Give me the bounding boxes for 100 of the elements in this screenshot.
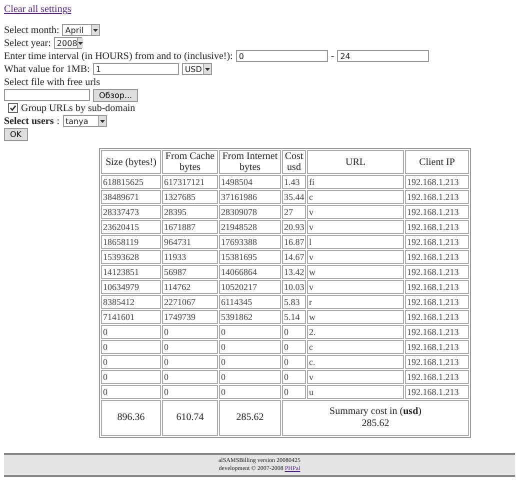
to-hour-field[interactable]: 24: [337, 50, 430, 62]
table-cell: w: [307, 310, 404, 324]
table-cell: c.: [307, 355, 404, 369]
table-cell: 10520217: [219, 280, 281, 294]
table-cell: 192.168.1.213: [405, 265, 469, 279]
table-cell: 192.168.1.213: [405, 310, 469, 324]
month-select[interactable]: April: [62, 24, 100, 36]
table-cell: l: [307, 235, 404, 249]
table-cell: 0: [219, 370, 281, 384]
column-header: From Internet bytes: [219, 150, 281, 174]
year-label: Select year:: [4, 38, 51, 48]
table-cell: 6114345: [219, 295, 281, 309]
table-cell: 2.: [307, 325, 404, 339]
table-cell: fi: [307, 175, 404, 189]
table-cell: 192.168.1.213: [405, 235, 469, 249]
table-cell: 56987: [162, 265, 218, 279]
month-label: Select month:: [4, 24, 60, 36]
value-label: What value for 1MB:: [4, 64, 90, 74]
table-cell: 0: [282, 370, 306, 384]
column-header: Size (bytes!): [101, 150, 161, 174]
table-cell: 14066864: [219, 265, 281, 279]
column-header: URL: [307, 150, 404, 174]
table-cell: 28309078: [219, 205, 281, 219]
interval-separator: -: [330, 50, 334, 62]
table-cell: 23620415: [101, 220, 161, 234]
year-select[interactable]: 2008: [54, 37, 82, 49]
table-cell: v: [307, 220, 404, 234]
table-cell: 0: [219, 340, 281, 354]
table-cell: 617317121: [162, 175, 218, 189]
table-cell: 192.168.1.213: [405, 325, 469, 339]
column-header: Client IP: [405, 150, 469, 174]
table-cell: 38489671: [101, 190, 161, 204]
table-cell: 16.87: [282, 235, 306, 249]
user-select[interactable]: tanya: [62, 115, 106, 127]
table-cell: 114762: [162, 280, 218, 294]
table-cell: 11933: [162, 250, 218, 264]
table-cell: 0: [282, 340, 306, 354]
table-cell: 15393628: [101, 250, 161, 264]
summary-cost-label: Summary cost in (usd): [330, 406, 422, 417]
dropdown-arrow-icon: [204, 68, 210, 70]
from-hour-field[interactable]: 0: [236, 50, 328, 62]
table-cell: 1749739: [162, 310, 218, 324]
column-header: Cost usd: [282, 150, 306, 174]
table-cell: 0: [101, 370, 161, 384]
table-cell: 618815625: [101, 175, 161, 189]
table-cell: 192.168.1.213: [405, 205, 469, 219]
table-cell: v: [307, 205, 404, 219]
table-cell: c: [307, 340, 404, 354]
table-cell: v: [307, 280, 404, 294]
group-checkbox[interactable]: [8, 103, 18, 113]
table-cell: 27: [282, 205, 306, 219]
table-cell: 37161986: [219, 190, 281, 204]
table-cell: 1671887: [162, 220, 218, 234]
table-cell: 20.93: [282, 220, 306, 234]
table-cell: 10634979: [101, 280, 161, 294]
group-label: Group URLs by sub-domain: [21, 102, 136, 114]
table-cell: 5.83: [282, 295, 306, 309]
currency-select[interactable]: USD: [182, 63, 212, 75]
table-cell: 192.168.1.213: [405, 190, 469, 204]
table-cell: 192.168.1.213: [405, 220, 469, 234]
table-cell: 8385412: [101, 295, 161, 309]
table-cell: 0: [219, 355, 281, 369]
table-cell: 5391862: [219, 310, 281, 324]
table-cell: 0: [219, 325, 281, 339]
table-cell: 964731: [162, 235, 218, 249]
column-header: From Cache bytes: [162, 150, 218, 174]
table-cell: 0: [282, 385, 306, 399]
table-cell: 0: [101, 325, 161, 339]
table-cell: w: [307, 265, 404, 279]
table-cell: 1498504: [219, 175, 281, 189]
ok-button[interactable]: OK: [4, 128, 28, 140]
table-cell: 0: [162, 355, 218, 369]
table-cell: 0: [162, 370, 218, 384]
dropdown-arrow-icon: [93, 28, 98, 32]
table-cell: 0: [162, 385, 218, 399]
table-cell: 7141601: [101, 310, 161, 324]
table-cell: v: [307, 370, 404, 384]
table-cell: 192.168.1.213: [405, 295, 469, 309]
table-cell: 13.42: [282, 265, 306, 279]
table-cell: 0: [282, 355, 306, 369]
interval-label: Enter time interval (in HOURS) from and to (inclusive!):: [4, 50, 233, 62]
table-cell: 192.168.1.213: [405, 385, 469, 399]
value-field[interactable]: 1: [92, 63, 179, 75]
table-cell: 192.168.1.213: [405, 370, 469, 384]
table-cell: 14.67: [282, 250, 306, 264]
table-cell: 2271067: [162, 295, 218, 309]
table-cell: 0: [162, 340, 218, 354]
table-cell: 192.168.1.213: [405, 175, 469, 189]
dropdown-arrow-icon: [78, 42, 84, 44]
table-cell: 35.44: [282, 190, 306, 204]
clear-settings-link[interactable]: Clear all settings: [4, 4, 72, 15]
users-label: Select users: [4, 116, 54, 126]
table-cell: 5.14: [282, 310, 306, 324]
total-internet-cell: 285.62: [219, 400, 281, 436]
browse-button[interactable]: Обзор...: [93, 88, 138, 102]
dropdown-arrow-icon: [100, 120, 104, 122]
table-cell: 1327685: [162, 190, 218, 204]
table-cell: 192.168.1.213: [405, 250, 469, 264]
summary-cost-value: 285.62: [362, 418, 390, 429]
file-field[interactable]: [4, 89, 90, 101]
